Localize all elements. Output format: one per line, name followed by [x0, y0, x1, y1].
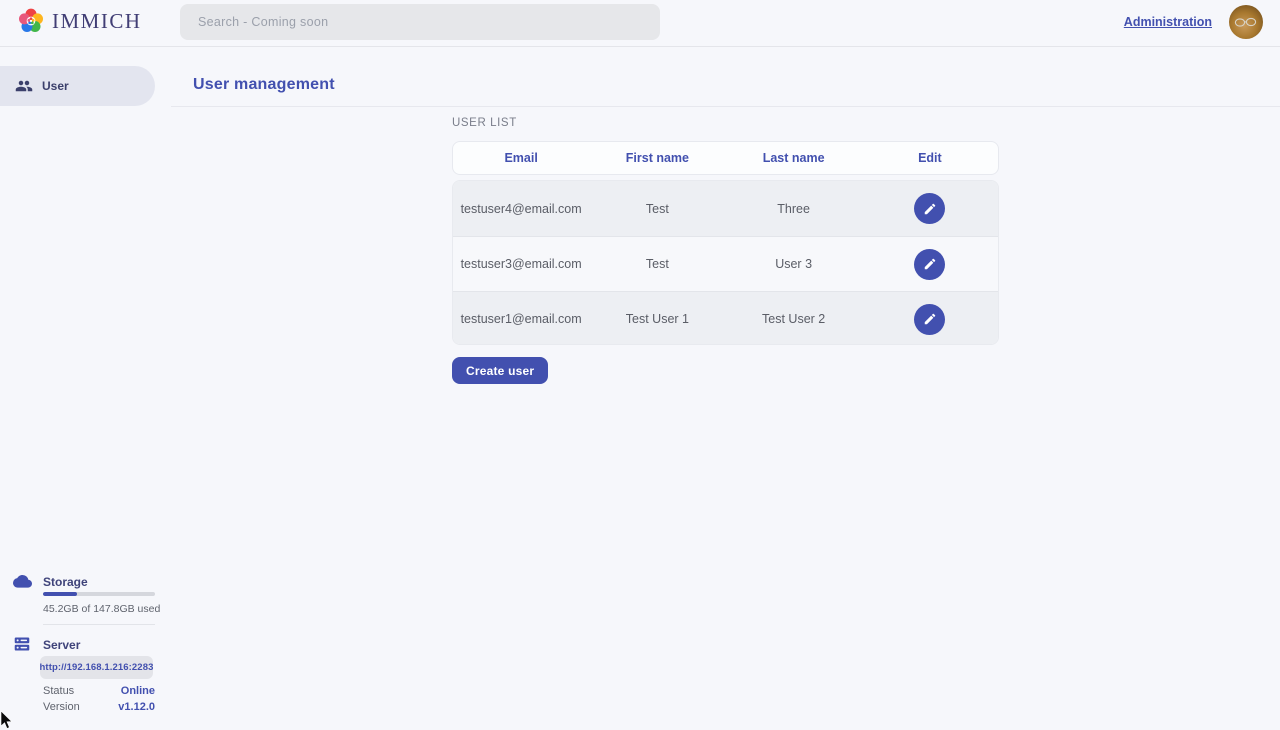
- server-status-row: Status Online: [43, 684, 155, 698]
- user-table-header: Email First name Last name Edit: [452, 141, 999, 175]
- table-row: testuser4@email.com Test Three: [453, 181, 998, 236]
- table-row: testuser1@email.com Test User 1 Test Use…: [453, 291, 998, 345]
- storage-progress-bar: [43, 592, 155, 596]
- users-icon: [15, 77, 33, 95]
- cell-first-name: Test User 1: [589, 312, 725, 326]
- column-header-edit: Edit: [862, 151, 998, 165]
- mouse-cursor-icon: [0, 711, 16, 730]
- server-icon: [13, 636, 31, 652]
- user-list-label: USER LIST: [452, 117, 517, 129]
- sidebar-item-user[interactable]: User: [0, 66, 155, 106]
- cell-email: testuser3@email.com: [453, 257, 589, 271]
- edit-user-button[interactable]: [914, 249, 945, 280]
- cell-first-name: Test: [589, 202, 725, 216]
- table-row: testuser3@email.com Test User 3: [453, 236, 998, 291]
- cell-last-name: User 3: [726, 257, 862, 271]
- edit-user-button[interactable]: [914, 304, 945, 335]
- immich-logo-icon: [16, 6, 46, 36]
- storage-section-title: Storage: [43, 575, 88, 589]
- version-label: Version: [43, 701, 80, 713]
- version-value: v1.12.0: [118, 701, 155, 713]
- cell-first-name: Test: [589, 257, 725, 271]
- pencil-icon: [923, 257, 937, 271]
- server-url-badge: http://192.168.1.216:2283: [40, 656, 153, 679]
- pencil-icon: [923, 202, 937, 216]
- brand: IMMICH: [16, 6, 142, 36]
- user-table: testuser4@email.com Test Three testuser3…: [452, 180, 999, 345]
- edit-user-button[interactable]: [914, 193, 945, 224]
- status-value: Online: [121, 685, 155, 697]
- create-user-button[interactable]: Create user: [452, 357, 548, 384]
- sidebar-divider: [43, 624, 155, 625]
- status-label: Status: [43, 685, 74, 697]
- administration-link[interactable]: Administration: [1124, 15, 1212, 29]
- column-header-last-name: Last name: [726, 151, 862, 165]
- cell-last-name: Three: [726, 202, 862, 216]
- brand-name: IMMICH: [52, 9, 142, 34]
- search-input[interactable]: [180, 4, 660, 40]
- pencil-icon: [923, 312, 937, 326]
- cloud-icon: [13, 573, 32, 588]
- column-header-first-name: First name: [589, 151, 725, 165]
- column-header-email: Email: [453, 151, 589, 165]
- cell-email: testuser1@email.com: [453, 312, 589, 326]
- server-section-title: Server: [43, 638, 80, 652]
- storage-usage-text: 45.2GB of 147.8GB used: [43, 603, 160, 615]
- glasses-icon: [1234, 17, 1258, 28]
- cell-email: testuser4@email.com: [453, 202, 589, 216]
- server-version-row: Version v1.12.0: [43, 700, 155, 714]
- page-title: User management: [193, 76, 335, 94]
- cell-last-name: Test User 2: [726, 312, 862, 326]
- storage-progress-fill: [43, 592, 77, 596]
- title-divider: [171, 106, 1280, 107]
- sidebar-item-label: User: [42, 79, 69, 93]
- app-header: IMMICH Administration: [0, 0, 1280, 47]
- user-avatar[interactable]: [1229, 5, 1263, 39]
